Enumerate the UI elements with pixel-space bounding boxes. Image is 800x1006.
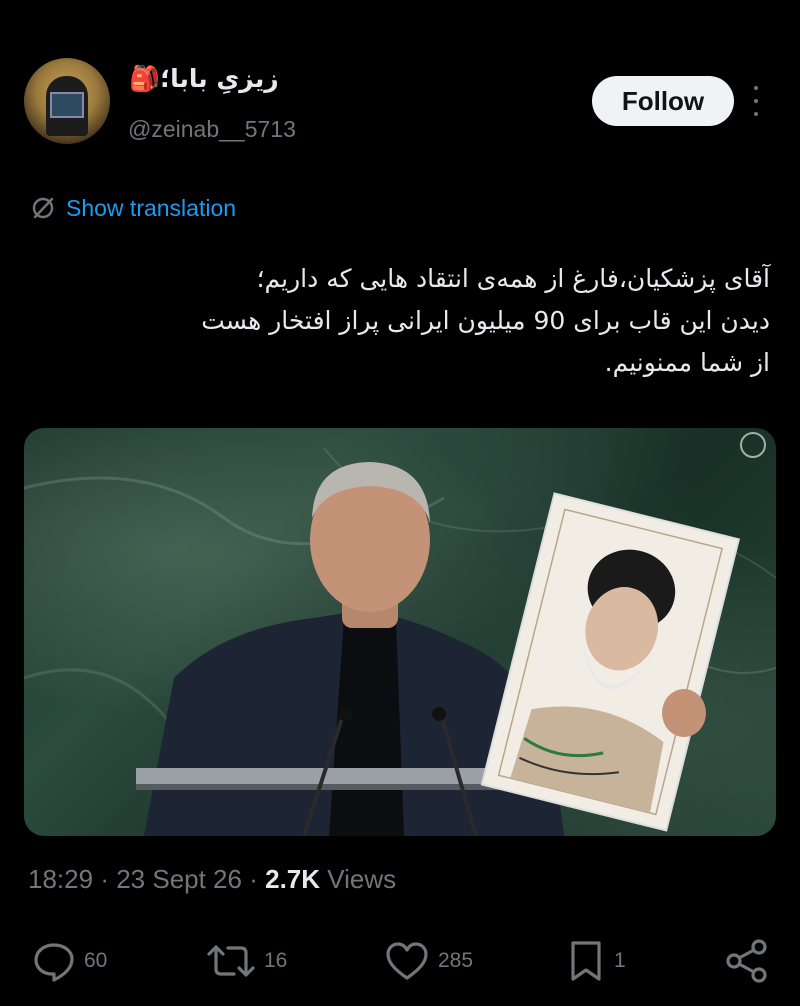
more-options-icon[interactable] xyxy=(751,86,761,116)
tweet-line: از شما ممنونیم. xyxy=(604,348,770,377)
show-translation-link[interactable]: Show translation xyxy=(30,192,236,224)
repost-icon xyxy=(207,945,255,977)
heart-icon xyxy=(386,942,428,980)
separator-dot: · xyxy=(100,864,117,894)
tweet-line: دیدن این قاب برای 90 میلیون ایرانی پراز … xyxy=(201,306,770,335)
tweet-line: آقای پزشکیان،فارغ از همه‌ی انتقاد هایی ک… xyxy=(256,264,770,293)
tweet-date[interactable]: 23 Sept 26 xyxy=(116,864,242,894)
tweet-media-image[interactable] xyxy=(24,428,776,836)
like-button[interactable]: 285 xyxy=(384,936,473,986)
separator-dot: · xyxy=(249,864,266,894)
views-label: Views xyxy=(327,864,397,894)
avatar[interactable] xyxy=(24,58,110,144)
reply-icon xyxy=(34,943,74,982)
un-logo-icon xyxy=(740,432,766,458)
tweet-text: آقای پزشکیان،فارغ از همه‌ی انتقاد هایی ک… xyxy=(50,258,770,384)
user-handle[interactable]: @zeinab__5713 xyxy=(128,116,296,143)
repost-count: 16 xyxy=(264,949,288,972)
tweet-header: زیزیِ بابا؛🎒 @zeinab__5713 Follow xyxy=(24,58,776,148)
tweet-metadata: 18:29 · 23 Sept 26 · 2.7K Views xyxy=(28,864,396,895)
follow-button[interactable]: Follow xyxy=(592,76,734,126)
bookmark-button[interactable]: 1 xyxy=(566,936,626,986)
like-count: 285 xyxy=(438,949,474,972)
tweet-time[interactable]: 18:29 xyxy=(28,864,93,894)
bookmark-count: 1 xyxy=(614,949,626,972)
share-icon xyxy=(726,939,767,983)
display-name[interactable]: زیزیِ بابا؛🎒 xyxy=(129,64,279,94)
reply-button[interactable]: 60 xyxy=(32,936,107,986)
share-button[interactable] xyxy=(724,936,770,986)
translate-icon xyxy=(32,197,54,219)
views-count: 2.7K xyxy=(265,864,321,894)
avatar-book xyxy=(50,92,84,118)
reply-count: 60 xyxy=(84,949,108,972)
media-illustration xyxy=(24,447,776,836)
tweet-actions: 60 16 285 1 xyxy=(24,936,776,986)
repost-button[interactable]: 16 xyxy=(206,936,287,986)
show-translation-label: Show translation xyxy=(66,194,237,221)
bookmark-icon xyxy=(571,941,601,981)
